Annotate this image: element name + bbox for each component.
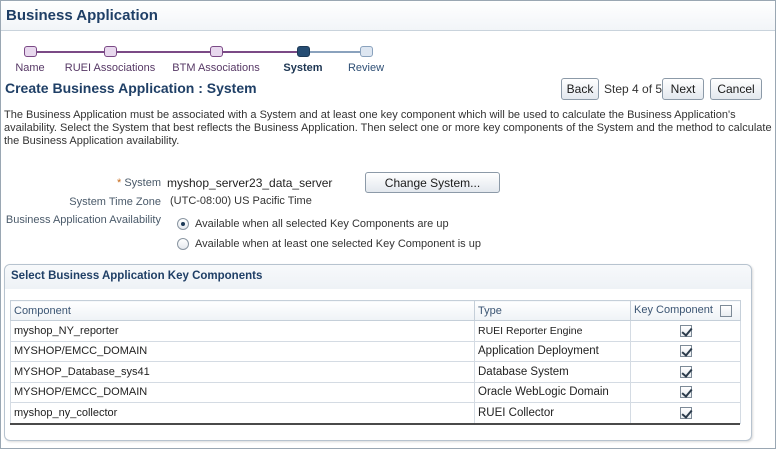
- select-all-checkbox[interactable]: [719, 304, 732, 317]
- type-cell: RUEI Reporter Engine: [474, 320, 631, 342]
- timezone-value: (UTC-08:00) US Pacific Time: [170, 195, 312, 207]
- availability-option-any[interactable]: Available when at least one selected Key…: [177, 238, 481, 250]
- system-label-text: System: [124, 177, 161, 189]
- component-cell: MYSHOP/EMCC_DOMAIN: [10, 340, 475, 362]
- column-header-type[interactable]: Type: [474, 300, 631, 321]
- column-header-key-component[interactable]: Key Component: [630, 300, 741, 321]
- key-component-checkbox[interactable]: [679, 345, 692, 358]
- section-header: Select Business Application Key Componen…: [5, 265, 751, 289]
- key-cell: [630, 320, 741, 342]
- train-stop-btm-associations[interactable]: [210, 46, 223, 57]
- availability-option-all[interactable]: Available when all selected Key Componen…: [177, 218, 449, 230]
- key-components-section: Select Business Application Key Componen…: [4, 264, 752, 441]
- wizard-train: Name RUEI Associations BTM Associations …: [0, 44, 400, 80]
- page-description: The Business Application must be associa…: [4, 109, 772, 147]
- system-value: myshop_server23_data_server: [167, 176, 333, 190]
- component-cell: myshop_ny_collector: [10, 402, 475, 424]
- back-button[interactable]: Back: [561, 78, 599, 100]
- system-label: * System: [60, 177, 161, 189]
- key-cell: [630, 340, 741, 362]
- train-stop-system: [297, 46, 310, 57]
- table-row[interactable]: MYSHOP_Database_sys41 Database System: [10, 361, 741, 383]
- train-label-btm-associations[interactable]: BTM Associations: [172, 62, 259, 74]
- key-components-table: Component Type Key Component myshop_NY_r…: [10, 300, 741, 424]
- key-cell: [630, 361, 741, 383]
- section-title: Select Business Application Key Componen…: [11, 270, 263, 282]
- page-title: Create Business Application : System: [5, 80, 257, 96]
- table-row[interactable]: myshop_NY_reporter RUEI Reporter Engine: [10, 320, 741, 342]
- key-component-checkbox[interactable]: [679, 365, 692, 378]
- timezone-label: System Time Zone: [69, 196, 161, 208]
- train-label-system: System: [283, 62, 323, 74]
- app-title: Business Application: [6, 7, 158, 24]
- type-cell: Database System: [474, 361, 631, 383]
- radio-all-up-label[interactable]: Available when all selected Key Componen…: [195, 218, 449, 230]
- table-row[interactable]: MYSHOP/EMCC_DOMAIN Application Deploymen…: [10, 340, 741, 362]
- type-cell: RUEI Collector: [474, 402, 631, 424]
- key-cell: [630, 381, 741, 403]
- key-component-checkbox[interactable]: [679, 324, 692, 337]
- next-button[interactable]: Next: [662, 78, 704, 100]
- key-cell: [630, 402, 741, 424]
- train-line-future: [303, 51, 366, 53]
- train-label-ruei-associations[interactable]: RUEI Associations: [65, 62, 155, 74]
- table-header-row: Component Type Key Component: [10, 300, 741, 321]
- availability-label: Business Application Availability: [5, 214, 161, 226]
- required-marker: *: [116, 177, 122, 189]
- component-cell: myshop_NY_reporter: [10, 320, 475, 342]
- key-component-checkbox[interactable]: [679, 386, 692, 399]
- table-bottom-rule: [10, 423, 740, 425]
- change-system-button[interactable]: Change System...: [365, 172, 500, 193]
- key-component-checkbox[interactable]: [679, 406, 692, 419]
- type-cell: Oracle WebLogic Domain: [474, 381, 631, 403]
- radio-all-up[interactable]: [177, 218, 189, 230]
- cancel-button[interactable]: Cancel: [710, 78, 762, 100]
- radio-any-up-label[interactable]: Available when at least one selected Key…: [195, 238, 481, 250]
- train-label-name[interactable]: Name: [15, 62, 44, 74]
- step-indicator: Step 4 of 5: [604, 82, 663, 96]
- type-cell: Application Deployment: [474, 340, 631, 362]
- column-header-component[interactable]: Component: [10, 300, 475, 321]
- train-label-review: Review: [347, 62, 385, 74]
- train-stop-review: [360, 46, 373, 57]
- component-cell: MYSHOP_Database_sys41: [10, 361, 475, 383]
- component-cell: MYSHOP/EMCC_DOMAIN: [10, 381, 475, 403]
- radio-any-up[interactable]: [177, 238, 189, 250]
- app-header: Business Application: [1, 1, 775, 31]
- key-component-header-label: Key Component: [634, 304, 713, 317]
- table-row[interactable]: myshop_ny_collector RUEI Collector: [10, 402, 741, 424]
- train-line-visited: [37, 51, 303, 53]
- train-stop-ruei-associations[interactable]: [104, 46, 117, 57]
- train-stop-name[interactable]: [24, 46, 37, 57]
- table-row[interactable]: MYSHOP/EMCC_DOMAIN Oracle WebLogic Domai…: [10, 381, 741, 403]
